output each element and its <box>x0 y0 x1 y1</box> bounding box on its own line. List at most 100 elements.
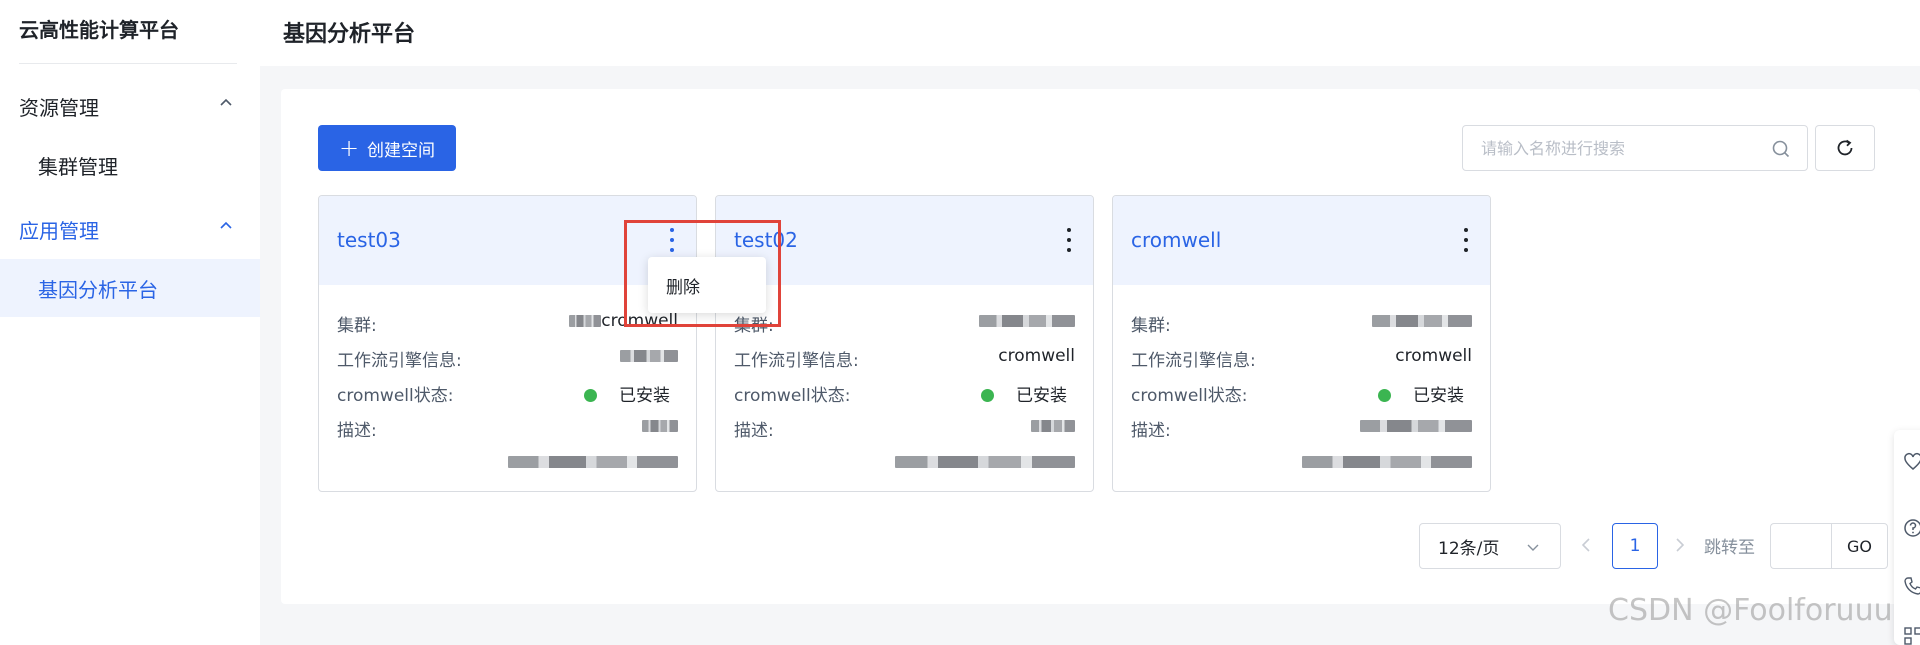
cluster-value: cromwell <box>569 311 678 331</box>
cluster-label: 集群: <box>1131 316 1171 336</box>
card-header: test02 <box>716 196 1093 285</box>
status-value: 已安装 <box>1378 381 1464 406</box>
page-number-button[interactable]: 1 <box>1612 523 1658 569</box>
redacted-text <box>620 350 678 362</box>
watermark: CSDN @Foolforuuu <box>1608 593 1893 628</box>
created-time-value <box>508 452 678 472</box>
delete-menu-item[interactable]: 删除 <box>666 273 700 298</box>
search-box <box>1462 125 1808 171</box>
cluster-value <box>979 311 1075 331</box>
status-text: 已安装 <box>1016 386 1067 406</box>
menu-group-label: 资源管理 <box>19 95 99 120</box>
redacted-text <box>508 456 678 468</box>
created-time-value <box>1302 452 1472 472</box>
create-space-button[interactable]: + 创建空间 <box>318 125 456 171</box>
help-icon[interactable] <box>1903 518 1920 538</box>
redacted-text <box>569 315 602 327</box>
sidebar-item-label: 基因分析平台 <box>38 277 158 302</box>
cluster-value-text: cromwell <box>601 311 678 331</box>
chevron-right-icon <box>1676 538 1685 552</box>
engine-value: cromwell <box>1395 346 1472 366</box>
workspace-card[interactable]: cromwell 集群: 工作流引擎信息: cromwell cromwell状… <box>1112 195 1491 492</box>
qr-code-icon[interactable] <box>1903 626 1920 645</box>
chevron-down-icon <box>1527 544 1539 551</box>
cluster-label: 集群: <box>734 316 774 336</box>
engine-value <box>620 346 678 366</box>
desc-value <box>1360 416 1472 436</box>
search-input[interactable] <box>1481 126 1751 170</box>
card-row-engine: 工作流引擎信息: cromwell <box>1131 346 1472 371</box>
engine-label: 工作流引擎信息: <box>734 351 859 371</box>
refresh-icon <box>1837 139 1853 156</box>
redacted-text <box>1031 420 1075 432</box>
desc-label: 描述: <box>1131 421 1171 441</box>
workspace-card[interactable]: test03 集群: cromwell 工作流引擎信息: cromwell状态:… <box>318 195 697 492</box>
more-options-icon[interactable] <box>1460 226 1472 254</box>
plus-icon: + <box>338 134 360 162</box>
chevron-up-icon <box>220 98 232 106</box>
prev-page-button[interactable] <box>1578 533 1594 557</box>
status-text: 已安装 <box>619 386 670 406</box>
next-page-button[interactable] <box>1672 533 1688 557</box>
menu-group-label: 应用管理 <box>19 218 99 243</box>
desc-label: 描述: <box>337 421 377 441</box>
card-header: cromwell <box>1113 196 1490 285</box>
go-button[interactable]: GO <box>1831 523 1888 569</box>
card-context-menu: 删除 <box>648 257 766 313</box>
chevron-up-icon <box>220 221 232 229</box>
more-options-icon[interactable] <box>666 226 678 254</box>
heart-icon[interactable] <box>1903 452 1920 472</box>
card-row-time <box>1131 452 1472 476</box>
redacted-text <box>979 315 1075 327</box>
sidebar-item-cluster[interactable]: 集群管理 <box>0 136 260 194</box>
card-row-desc: 描述: <box>1131 416 1472 441</box>
phone-icon[interactable] <box>1903 576 1920 596</box>
card-row-cluster: 集群: <box>1131 311 1472 336</box>
card-row-desc: 描述: <box>734 416 1075 441</box>
status-text: 已安装 <box>1413 386 1464 406</box>
engine-label: 工作流引擎信息: <box>337 351 462 371</box>
card-row-time <box>337 452 678 476</box>
top-bar <box>260 0 1920 66</box>
desc-value <box>642 416 678 436</box>
status-label: cromwell状态: <box>1131 386 1248 406</box>
desc-value <box>1031 416 1075 436</box>
card-row-status: cromwell状态: 已安装 <box>337 381 678 406</box>
status-dot-icon <box>584 389 597 402</box>
redacted-text <box>642 420 678 432</box>
page-size-select[interactable]: 12条/页 <box>1419 523 1561 569</box>
more-options-icon[interactable] <box>1063 226 1075 254</box>
status-label: cromwell状态: <box>337 386 454 406</box>
card-header: test03 <box>319 196 696 285</box>
sidebar-divider <box>19 63 237 64</box>
sidebar-item-gene-analysis[interactable]: 基因分析平台 <box>0 259 260 317</box>
engine-value: cromwell <box>998 346 1075 366</box>
page-title: 基因分析平台 <box>283 22 416 47</box>
card-row-desc: 描述: <box>337 416 678 441</box>
refresh-button[interactable] <box>1815 125 1875 171</box>
card-name[interactable]: test02 <box>734 228 798 252</box>
card-row-cluster: 集群: cromwell <box>337 311 678 336</box>
card-name[interactable]: test03 <box>337 228 401 252</box>
card-row-engine: 工作流引擎信息: cromwell <box>734 346 1075 371</box>
search-icon[interactable] <box>1771 139 1791 159</box>
workspace-card[interactable]: test02 集群: 工作流引擎信息: cromwell cromwell状态:… <box>715 195 1094 492</box>
redacted-text <box>1360 420 1472 432</box>
redacted-text <box>1302 456 1472 468</box>
card-name[interactable]: cromwell <box>1131 228 1221 252</box>
status-dot-icon <box>981 389 994 402</box>
jump-to-label: 跳转至 <box>1704 538 1755 558</box>
menu-group-application[interactable]: 应用管理 <box>0 211 260 247</box>
redacted-text <box>895 456 1075 468</box>
sidebar: 云高性能计算平台 资源管理 集群管理 应用管理 基因分析平台 <box>0 0 260 645</box>
card-row-status: cromwell状态: 已安装 <box>734 381 1075 406</box>
cluster-value <box>1372 311 1472 331</box>
chevron-left-icon <box>1581 538 1590 552</box>
cluster-label: 集群: <box>337 316 377 336</box>
menu-group-resource[interactable]: 资源管理 <box>0 88 260 124</box>
engine-label: 工作流引擎信息: <box>1131 351 1256 371</box>
jump-page-input[interactable] <box>1770 523 1832 569</box>
card-row-time <box>734 452 1075 476</box>
sidebar-item-label: 集群管理 <box>38 154 118 179</box>
card-row-cluster: 集群: <box>734 311 1075 336</box>
